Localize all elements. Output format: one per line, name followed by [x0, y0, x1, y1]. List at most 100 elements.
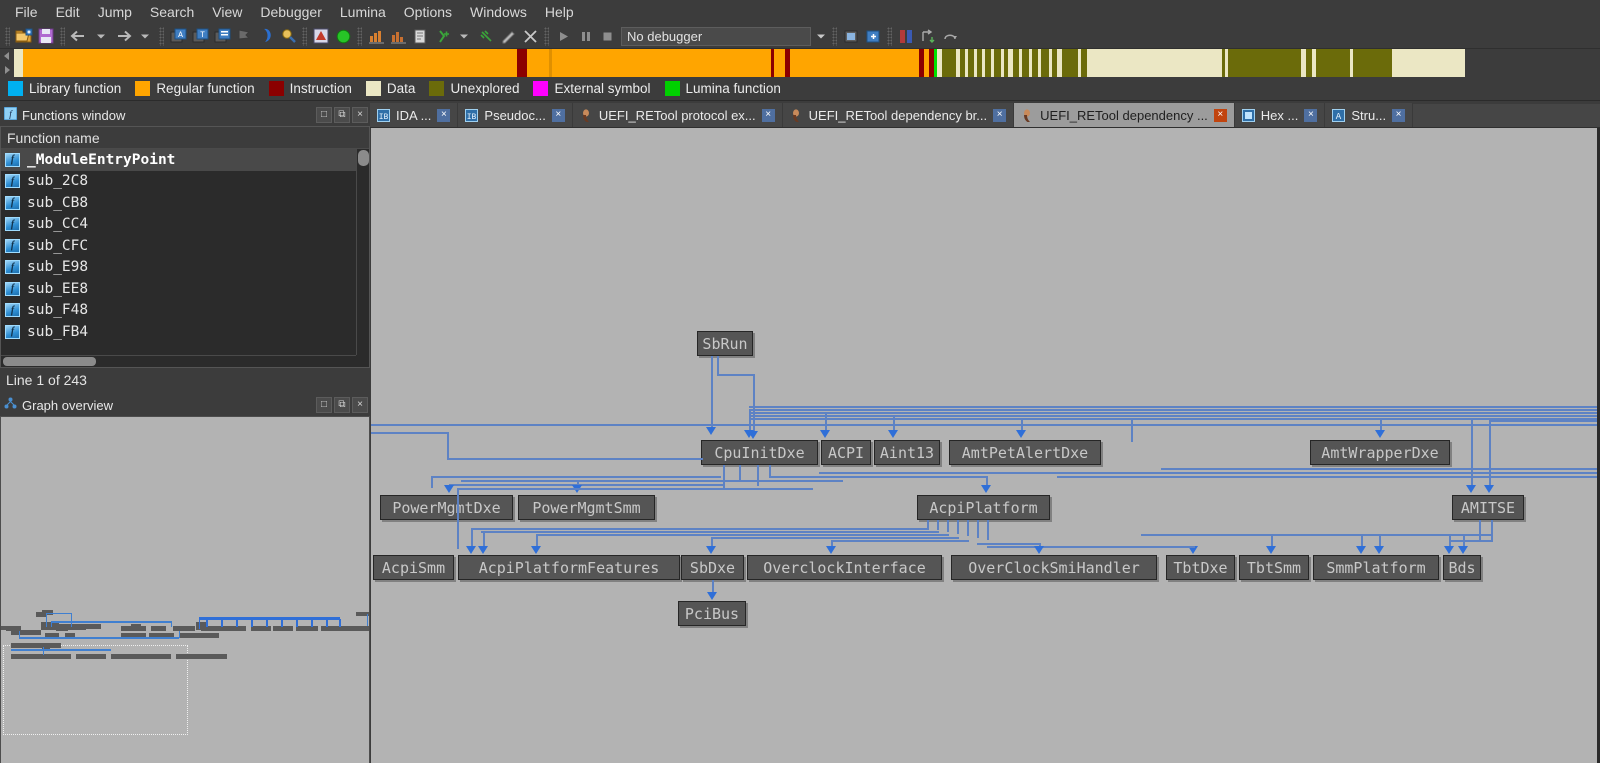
pin-icon[interactable] [476, 26, 496, 46]
stack-view-icon[interactable] [896, 26, 916, 46]
restore-button[interactable]: ⧉ [334, 107, 350, 123]
menu-item-view[interactable]: View [203, 1, 251, 23]
tab-close-icon[interactable]: × [762, 109, 775, 122]
function-list-item[interactable]: fsub_F48 [1, 300, 356, 322]
graph-node-smmplatform[interactable]: SmmPlatform [1313, 555, 1439, 580]
function-list-item[interactable]: fsub_CC4 [1, 214, 356, 236]
tab-uefi-retool-dependency[interactable]: UEFI_RETool dependency ...× [1014, 103, 1235, 127]
graph-view-icon[interactable] [311, 26, 331, 46]
graph-node-acpiplatformfeatures[interactable]: AcpiPlatformFeatures [458, 555, 680, 580]
text-view-icon[interactable]: T [190, 26, 210, 46]
navigation-band[interactable] [0, 49, 1600, 77]
code-view-icon[interactable]: A [168, 26, 188, 46]
graph-node-powermgmtsmm[interactable]: PowerMgmtSmm [518, 495, 655, 520]
process-detach-icon[interactable] [863, 26, 883, 46]
functions-list[interactable]: f_ModuleEntryPointfsub_2C8fsub_CB8fsub_C… [1, 149, 356, 355]
nav-band-arrows[interactable] [0, 49, 14, 77]
gov-minimize-button[interactable]: □ [316, 397, 332, 413]
tab-close-icon[interactable]: × [1392, 109, 1405, 122]
function-list-item[interactable]: fsub_FB4 [1, 321, 356, 343]
step-into-icon[interactable] [918, 26, 938, 46]
tab-stru[interactable]: AStru...× [1325, 103, 1413, 127]
tab-close-icon[interactable]: × [1214, 109, 1227, 122]
menu-item-debugger[interactable]: Debugger [251, 1, 331, 23]
graph-node-sbdxe[interactable]: SbDxe [681, 555, 744, 580]
menu-item-search[interactable]: Search [141, 1, 203, 23]
save-file-icon[interactable] [36, 26, 56, 46]
graph-node-amtwrapperdxe[interactable]: AmtWrapperDxe [1310, 440, 1450, 465]
magnifier-icon[interactable] [278, 26, 298, 46]
pencil-icon[interactable] [498, 26, 518, 46]
functions-vertical-scrollbar[interactable] [356, 149, 369, 355]
graph-node-powermgmtdxe[interactable]: PowerMgmtDxe [380, 495, 513, 520]
back-arrow-icon[interactable] [69, 26, 89, 46]
run-icon[interactable] [553, 26, 573, 46]
chevron-down-icon[interactable] [813, 27, 829, 46]
tab-uefi-retool-protocol-ex[interactable]: UEFI_RETool protocol ex...× [573, 103, 783, 127]
function-name-column-header[interactable]: Function name [1, 127, 369, 149]
tab-close-icon[interactable]: × [1304, 109, 1317, 122]
menu-item-jump[interactable]: Jump [89, 1, 141, 23]
tab-hex[interactable]: Hex ...× [1235, 103, 1326, 127]
green-circle-icon[interactable] [333, 26, 353, 46]
functions-vscroll-thumb[interactable] [358, 150, 369, 166]
graph-node-sbrun[interactable]: SbRun [697, 331, 753, 356]
nav-band-strip[interactable] [14, 49, 1600, 77]
graph-node-acpi[interactable]: ACPI [821, 440, 871, 465]
chart2-icon[interactable] [388, 26, 408, 46]
tab-uefi-retool-dependency-br[interactable]: UEFI_RETool dependency br...× [783, 103, 1015, 127]
gov-close-button[interactable]: × [352, 397, 368, 413]
function-list-item[interactable]: fsub_E98 [1, 257, 356, 279]
debugger-select[interactable]: No debugger [621, 27, 811, 46]
menu-item-edit[interactable]: Edit [47, 1, 89, 23]
menu-item-lumina[interactable]: Lumina [331, 1, 395, 23]
menu-item-help[interactable]: Help [536, 1, 583, 23]
graph-node-aint13[interactable]: Aint13 [874, 440, 940, 465]
function-list-item[interactable]: f_ModuleEntryPoint [1, 149, 356, 171]
graph-node-tbtsmm[interactable]: TbtSmm [1239, 555, 1309, 580]
struct-icon[interactable] [410, 26, 430, 46]
functions-horizontal-scrollbar[interactable] [1, 355, 356, 367]
add-breakpoint-icon[interactable] [432, 26, 452, 46]
tab-close-icon[interactable]: × [437, 109, 450, 122]
tab-ida[interactable]: IBIDA ...× [370, 103, 458, 127]
chart-icon[interactable] [366, 26, 386, 46]
minimize-button[interactable]: □ [316, 107, 332, 123]
function-list-item[interactable]: fsub_EE8 [1, 278, 356, 300]
flag-icon[interactable] [234, 26, 254, 46]
graph-node-acpiplatform[interactable]: AcpiPlatform [917, 495, 1050, 520]
close-button[interactable]: × [352, 107, 368, 123]
graph-node-amtpetalertdxe[interactable]: AmtPetAlertDxe [949, 440, 1101, 465]
tab-pseudoc[interactable]: IBPseudoc...× [458, 103, 572, 127]
graph-node-amitse[interactable]: AMITSE [1452, 495, 1524, 520]
breakpoint-dropdown-icon[interactable] [454, 26, 474, 46]
tab-close-icon[interactable]: × [993, 109, 1006, 122]
graph-node-tbtdxe[interactable]: TbtDxe [1166, 555, 1235, 580]
moon-icon[interactable] [256, 26, 276, 46]
forward-dropdown-icon[interactable] [135, 26, 155, 46]
functions-hscroll-thumb[interactable] [3, 357, 96, 366]
pause-icon[interactable] [575, 26, 595, 46]
function-list-item[interactable]: fsub_CFC [1, 235, 356, 257]
graph-overview-canvas[interactable] [0, 416, 370, 763]
back-dropdown-icon[interactable] [91, 26, 111, 46]
function-list-item[interactable]: fsub_2C8 [1, 171, 356, 193]
step-over-icon[interactable] [940, 26, 960, 46]
hex-view-icon[interactable] [212, 26, 232, 46]
graph-node-pcibus[interactable]: PciBus [678, 601, 746, 626]
delete-x-icon[interactable] [520, 26, 540, 46]
graph-node-overclockinterface[interactable]: OverclockInterface [747, 555, 942, 580]
gov-restore-button[interactable]: ⧉ [334, 397, 350, 413]
graph-node-cpuinitdxe[interactable]: CpuInitDxe [701, 440, 818, 465]
tab-close-icon[interactable]: × [552, 109, 565, 122]
stop-icon[interactable] [597, 26, 617, 46]
dependency-graph-canvas[interactable]: SbRun CpuInitDxeACPIAint13 AmtPetAlertDxe A… [371, 128, 1600, 763]
open-file-icon[interactable] [14, 26, 34, 46]
graph-node-bds[interactable]: Bds [1443, 555, 1481, 580]
process-attach-icon[interactable] [841, 26, 861, 46]
forward-arrow-icon[interactable] [113, 26, 133, 46]
graph-node-acpismm[interactable]: AcpiSmm [373, 555, 454, 580]
function-list-item[interactable]: fsub_CB8 [1, 192, 356, 214]
menu-item-file[interactable]: File [6, 1, 47, 23]
menu-item-options[interactable]: Options [395, 1, 461, 23]
